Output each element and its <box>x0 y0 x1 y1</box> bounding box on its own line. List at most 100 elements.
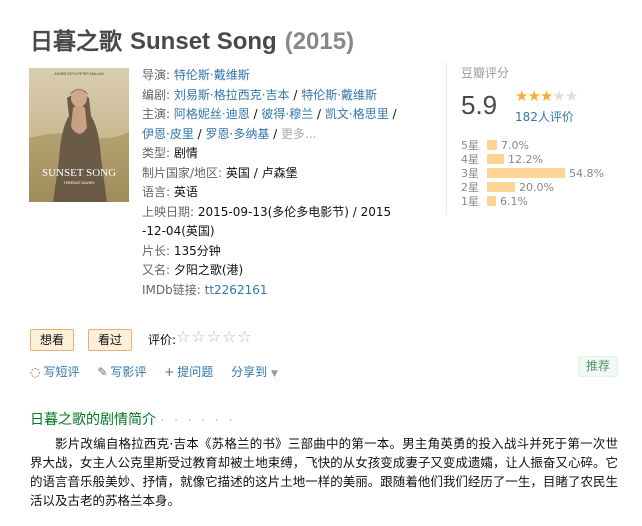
director-label: 导演: <box>142 68 171 82</box>
summary-dots: · · · · · · <box>160 413 236 427</box>
imdb-label: IMDb链接: <box>142 282 201 297</box>
imdb-row: IMDb链接: tt2262161 <box>142 281 432 301</box>
bar-label: 4星 <box>461 153 479 166</box>
star-icon: ★ <box>564 87 578 105</box>
cast-link[interactable]: 阿格妮丝·迪恩 <box>174 107 250 121</box>
poster-director: TERENCE DAVIES <box>63 181 95 185</box>
writer-label: 编剧: <box>142 87 171 102</box>
bar-pct: 12.2% <box>508 153 543 166</box>
rating-stars: ★★★★★ <box>515 87 578 105</box>
share-dropdown[interactable]: 分享到 ▼ <box>231 365 278 379</box>
page-title: 日暮之歌 Sunset Song (2015) <box>30 22 354 56</box>
rating-bar <box>487 140 497 150</box>
write-short-label: 写短评 <box>43 365 80 379</box>
bar-pct: 20.0% <box>519 181 554 194</box>
star-icon: ★ <box>552 87 565 105</box>
cast-link[interactable]: 凯文·格思里 <box>325 107 389 121</box>
cast-more-link[interactable]: 更多... <box>281 127 316 141</box>
movie-poster[interactable]: AGNES DEYN PETER MULLAN SUNSET SONG TERE… <box>29 68 129 202</box>
director-link[interactable]: 特伦斯·戴维斯 <box>174 68 250 82</box>
rating-title: 豆瓣评分 <box>461 66 510 80</box>
bar-pct: 7.0% <box>501 139 529 152</box>
rating-bar <box>487 196 496 206</box>
seen-button[interactable]: 看过 <box>88 329 133 351</box>
rating-bar-row: 4星 12.2% <box>461 153 604 167</box>
bar-label: 3星 <box>461 167 479 180</box>
poster-title: SUNSET SONG <box>42 167 116 179</box>
title-en: Sunset Song <box>130 28 277 55</box>
empty-star-icon[interactable]: ☆ <box>191 327 206 346</box>
title-year: (2015) <box>284 28 355 55</box>
rating-bar <box>487 154 504 164</box>
rating-bar-row: 1星 6.1% <box>461 195 604 209</box>
star-icon: ★ <box>539 87 553 105</box>
country-label: 制片国家/地区: <box>142 165 223 180</box>
genre-label: 类型: <box>142 146 171 160</box>
aka-value: 夕阳之歌(港) <box>173 263 244 277</box>
rating-panel: 豆瓣评分 5.9 ★★★★★ 182人评价 5星 7.0% 4星 12.2% 3星 5… <box>446 62 616 214</box>
cast-link[interactable]: 伊恩·皮里 <box>142 127 194 141</box>
want-to-see-button[interactable]: 想看 <box>30 329 75 351</box>
user-rating-stars[interactable]: ☆☆☆☆☆ <box>176 327 253 346</box>
empty-star-icon[interactable]: ☆ <box>176 327 191 346</box>
write-short-review[interactable]: ◌ 写短评 <box>30 365 80 379</box>
bar-pct: 54.8% <box>569 167 604 180</box>
empty-star-icon[interactable]: ☆ <box>237 327 252 346</box>
release-label: 上映日期: <box>142 204 195 219</box>
ask-question[interactable]: + 提问题 <box>164 365 213 379</box>
write-review[interactable]: ✎ 写影评 <box>97 365 146 379</box>
runtime-value: 135分钟 <box>173 243 221 258</box>
bar-label: 5星 <box>461 139 479 152</box>
title-cn: 日暮之歌 <box>30 29 122 55</box>
cast-link[interactable]: 彼得·穆兰 <box>261 107 313 121</box>
writer-link[interactable]: 刘易斯·格拉西克·吉本 <box>174 88 290 102</box>
genre-row: 类型: 剧情 <box>142 144 432 164</box>
country-row: 制片国家/地区: 英国 / 卢森堡 <box>142 164 432 184</box>
star-icon: ★ <box>515 87 528 105</box>
language-label: 语言: <box>142 185 171 199</box>
rate-label: 评价: <box>148 333 177 347</box>
rating-bar-row: 3星 54.8% <box>461 167 604 181</box>
imdb-link[interactable]: tt2262161 <box>205 283 268 297</box>
poster-top-text: AGNES DEYN PETER MULLAN <box>54 72 104 76</box>
rating-breakdown: 5星 7.0% 4星 12.2% 3星 54.8% 2星 20.0% 1星 6.1% <box>461 139 604 209</box>
bar-label: 1星 <box>461 195 479 208</box>
comment-icon: ◌ <box>30 365 41 379</box>
cast-link[interactable]: 罗恩·多纳基 <box>206 127 270 141</box>
recommend-button[interactable]: 推荐 <box>578 356 619 377</box>
bar-pct: 6.1% <box>500 195 528 208</box>
genre-value: 剧情 <box>173 146 198 160</box>
aka-label: 又名: <box>142 263 171 277</box>
empty-star-icon[interactable]: ☆ <box>207 327 222 346</box>
rating-bar <box>487 182 515 192</box>
votes-link[interactable]: 182人评价 <box>515 108 574 125</box>
plus-icon: + <box>164 365 175 379</box>
aka-row: 又名: 夕阳之歌(港) <box>142 261 432 281</box>
summary-text: 影片改编自格拉西克·吉本《苏格兰的书》三部曲中的第一本。男主角英勇的投入战斗并死… <box>30 436 618 508</box>
cast-row: 主演: 阿格妮丝·迪恩 / 彼得·穆兰 / 凯文·格思里 / 伊恩·皮里 / 罗… <box>142 107 397 141</box>
action-bar: ◌ 写短评 ✎ 写影评 + 提问题 分享到 ▼ <box>30 363 292 380</box>
writer-link[interactable]: 特伦斯·戴维斯 <box>301 88 377 102</box>
bar-label: 2星 <box>461 181 479 194</box>
rating-score: 5.9 <box>461 90 498 120</box>
caret-down-icon: ▼ <box>270 369 278 379</box>
ask-label: 提问题 <box>177 365 214 379</box>
release-row: 上映日期: 2015-09-13(多伦多电影节) / 2015-12-04(英国… <box>142 203 392 242</box>
summary-heading: 日暮之歌的剧情简介 · · · · · · <box>30 409 235 429</box>
runtime-row: 片长: 135分钟 <box>142 242 432 262</box>
writer-row: 编剧: 刘易斯·格拉西克·吉本 / 特伦斯·戴维斯 <box>142 87 378 102</box>
empty-star-icon[interactable]: ☆ <box>222 327 237 346</box>
rating-bar-row: 5星 7.0% <box>461 139 604 153</box>
cast-label: 主演: <box>142 107 171 121</box>
pencil-icon: ✎ <box>97 365 108 379</box>
rating-bar <box>487 168 565 178</box>
star-icon: ★ <box>527 87 540 105</box>
movie-info: 导演: 特伦斯·戴维斯 编剧: 刘易斯·格拉西克·吉本 / 特伦斯·戴维斯 主演… <box>142 66 432 300</box>
language-row: 语言: 英语 <box>142 183 432 203</box>
summary-title: 日暮之歌的剧情简介 <box>30 412 156 428</box>
country-value: 英国 / 卢森堡 <box>225 165 298 180</box>
share-label: 分享到 <box>231 365 268 379</box>
write-review-label: 写影评 <box>110 365 147 379</box>
language-value: 英语 <box>173 185 198 199</box>
director-row: 导演: 特伦斯·戴维斯 <box>142 66 432 86</box>
